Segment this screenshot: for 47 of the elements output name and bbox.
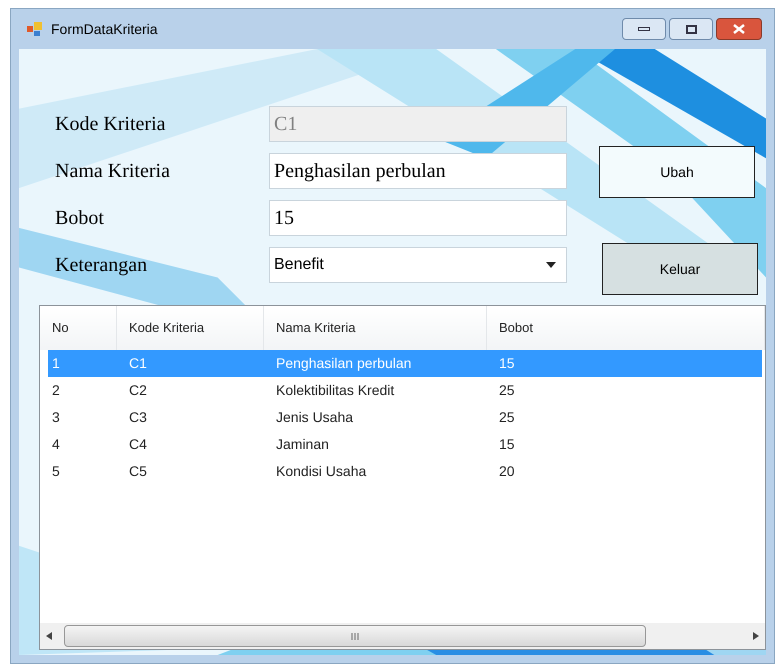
table-cell-text: Jaminan	[275, 435, 330, 454]
table-cell-text: 2	[51, 381, 61, 400]
table-cell-text: 1	[51, 354, 61, 373]
table-cell-text: Jenis Usaha	[275, 408, 354, 427]
table-cell-text: 3	[51, 408, 61, 427]
form-icon	[27, 22, 43, 36]
maximize-icon	[686, 24, 696, 34]
grip-icon	[351, 632, 359, 640]
window-title: FormDataKriteria	[51, 20, 158, 38]
table-cell-text: C1	[128, 354, 148, 373]
table-row[interactable]: 2 C2 Kolektibilitas Kredit 25	[48, 377, 762, 404]
minimize-icon	[638, 27, 650, 31]
table-cell-text: 5	[51, 462, 61, 481]
table-cell-text: C4	[128, 435, 148, 454]
dropdown[interactable]: Benefit	[269, 247, 567, 283]
field-label: Keterangan	[54, 253, 148, 278]
maximize-button[interactable]	[669, 18, 713, 40]
input-field[interactable]: 15	[269, 200, 567, 236]
table-cell-text: Penghasilan perbulan	[275, 354, 412, 373]
table-row[interactable]: 5 C5 Kondisi Usaha 20	[48, 458, 762, 485]
table-cell-text: 20	[498, 462, 516, 481]
table-cell-text: C5	[128, 462, 148, 481]
table-cell-text: C2	[128, 381, 148, 400]
table-cell-text: 4	[51, 435, 61, 454]
caret-icon	[546, 262, 556, 268]
field-label: Kode Kriteria	[54, 112, 167, 137]
form-button[interactable]: Keluar	[602, 243, 758, 295]
field-label: Bobot	[54, 206, 105, 231]
table-cell-text: 25	[498, 408, 516, 427]
table-cell-text: 15	[498, 435, 516, 454]
table-row[interactable]: 3 C3 Jenis Usaha 25	[48, 404, 762, 431]
table-cell-text: 15	[498, 354, 516, 373]
input-field[interactable]: Penghasilan perbulan	[269, 153, 567, 189]
close-icon	[733, 24, 745, 34]
right-arrow-icon	[753, 632, 759, 640]
table-cell-text: Kondisi Usaha	[275, 462, 368, 481]
horizontal-scrollbar[interactable]	[40, 623, 765, 649]
left-arrow-icon	[46, 632, 52, 640]
close-button[interactable]	[716, 18, 762, 40]
table-row[interactable]: 4 C4 Jaminan 15	[48, 431, 762, 458]
table-cell-text: Kolektibilitas Kredit	[275, 381, 396, 400]
field-label: Nama Kriteria	[54, 159, 171, 184]
scrollbar-thumb[interactable]	[64, 625, 646, 647]
table-cell-text: 25	[498, 381, 516, 400]
minimize-button[interactable]	[622, 18, 666, 40]
form-button[interactable]: Ubah	[599, 146, 755, 198]
table-cell-text: C3	[128, 408, 148, 427]
